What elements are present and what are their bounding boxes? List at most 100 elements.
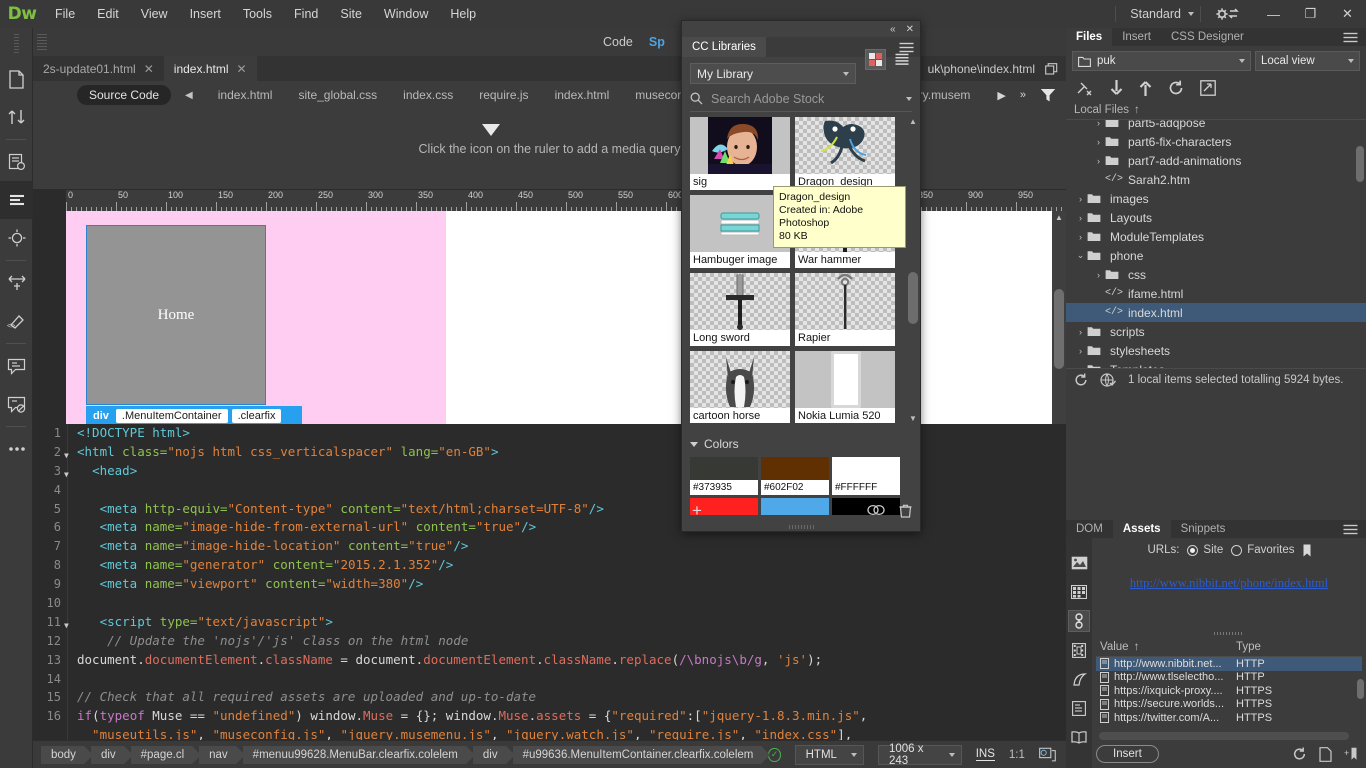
menu-find[interactable]: Find (283, 0, 329, 28)
featured-url[interactable]: http://www.nibbit.net/phone/index.html (1092, 576, 1366, 591)
file-tree-row[interactable]: › stylesheets (1066, 341, 1366, 360)
file-tree-row[interactable]: › css (1066, 265, 1366, 284)
menu-file[interactable]: File (44, 0, 86, 28)
color-swatch-1[interactable]: #602F02 (761, 457, 829, 495)
scroll-down-icon[interactable]: ▼ (909, 414, 917, 423)
grid-view-icon[interactable] (865, 49, 886, 70)
chevron-right-icon[interactable]: › (1074, 194, 1087, 204)
assets-url-row[interactable]: http://www.tlselectho... HTTP (1096, 671, 1362, 685)
file-tree-row[interactable]: ⌄ phone (1066, 246, 1366, 265)
file-tree-row[interactable]: › ModuleTemplates (1066, 227, 1366, 246)
breadcrumb-item-1[interactable]: div (90, 745, 133, 764)
panel-resize-handle[interactable] (682, 523, 922, 531)
new-asset-icon[interactable] (1319, 746, 1332, 762)
chevron-right-icon[interactable]: › (1092, 120, 1105, 128)
apply-comment-icon[interactable] (0, 347, 33, 385)
menu-edit[interactable]: Edit (86, 0, 130, 28)
menu-window[interactable]: Window (373, 0, 439, 28)
code-line[interactable]: 7 <meta name="image-hide-location" conte… (33, 537, 1066, 556)
breadcrumb-item-5[interactable]: div (472, 745, 515, 764)
link-icon[interactable] (867, 504, 885, 516)
scripts-icon[interactable] (1068, 697, 1090, 719)
local-files-column-header[interactable]: Local Files ↑ (1066, 101, 1366, 120)
related-file-3[interactable]: require.js (466, 88, 541, 102)
tab-css-designer[interactable]: CSS Designer (1161, 28, 1254, 46)
chevron-right-icon[interactable]: › (1074, 327, 1087, 337)
site-select[interactable]: puk (1072, 51, 1251, 71)
file-tree-row[interactable]: › part6-fix-characters (1066, 132, 1366, 151)
connect-to-remote-icon[interactable] (1076, 81, 1094, 96)
tab-cc-libraries[interactable]: CC Libraries (682, 37, 766, 57)
collapse-panel-icon[interactable]: « (890, 24, 896, 35)
media-query-marker-icon[interactable] (482, 124, 500, 136)
file-tree-scrollbar[interactable] (1356, 136, 1364, 362)
file-tree-row[interactable]: </> Sarah2.htm (1066, 170, 1366, 189)
assets-horizontal-scrollbar[interactable] (1099, 732, 1349, 740)
related-file-2[interactable]: index.css (390, 88, 466, 102)
related-file-4[interactable]: index.html (542, 88, 623, 102)
colors-section-header[interactable]: Colors (690, 437, 912, 451)
menu-tools[interactable]: Tools (232, 0, 283, 28)
chevron-down-icon[interactable] (906, 96, 912, 101)
add-asset-button[interactable]: + (692, 501, 702, 521)
file-tree-row[interactable]: › scripts (1066, 322, 1366, 341)
design-view-scrollbar[interactable]: ▲ ▼ (1052, 211, 1066, 451)
related-files-next-icon[interactable]: ▶ (997, 89, 1005, 102)
code-view-button[interactable]: Code (603, 35, 633, 49)
assets-url-row[interactable]: http://www.nibbit.net... HTTP (1096, 657, 1362, 671)
breadcrumb-item-4[interactable]: #menuu99628.MenuBar.clearfix.colelem (242, 745, 476, 764)
file-tree-row[interactable]: › images (1066, 189, 1366, 208)
menu-help[interactable]: Help (439, 0, 487, 28)
assets-url-row[interactable]: https://twitter.com/A... HTTPS (1096, 711, 1362, 723)
scope-favorites-radio[interactable]: Favorites (1231, 544, 1295, 556)
code-line[interactable]: 13 document.documentElement.className = d… (33, 651, 1066, 670)
refresh-icon[interactable] (1074, 373, 1088, 387)
tab-insert[interactable]: Insert (1112, 28, 1161, 46)
color-swatch-2[interactable]: #FFFFFF (832, 457, 900, 495)
assets-list-scrollbar[interactable] (1357, 657, 1364, 717)
refresh-icon[interactable] (1292, 747, 1307, 761)
minimize-button[interactable]: — (1255, 0, 1292, 28)
scroll-up-icon[interactable]: ▲ (1055, 213, 1063, 222)
code-line[interactable]: "museutils.js", "museconfig.js", "jquery… (33, 726, 1066, 740)
cc-libraries-titlebar[interactable]: « ✕ (682, 21, 920, 37)
urls-icon[interactable] (1068, 610, 1090, 632)
assets-url-row[interactable]: https://ixquick-proxy.... HTTPS (1096, 684, 1362, 698)
view-select[interactable]: Local view (1255, 51, 1360, 71)
apply-source-formatting-icon[interactable]: <> (0, 302, 33, 340)
element-class-1[interactable]: .clearfix (231, 409, 282, 423)
breadcrumb-item-6[interactable]: #u99636.MenuItemContainer.clearfix.colel… (512, 745, 771, 764)
file-tree-row[interactable]: › part7-add-animations (1066, 151, 1366, 170)
library-assets-grid[interactable]: sig Dragon_design Hambuger image War ham… (690, 117, 904, 423)
hamburger-icon[interactable] (1343, 32, 1366, 43)
library-asset-0[interactable]: sig (690, 117, 790, 190)
add-to-favorites-icon[interactable]: + (1344, 747, 1358, 761)
remove-comment-icon[interactable] (0, 385, 33, 423)
menu-insert[interactable]: Insert (179, 0, 232, 28)
library-select[interactable]: My Library (690, 63, 856, 84)
tab-files[interactable]: Files (1066, 28, 1113, 46)
filter-icon[interactable] (1040, 88, 1056, 103)
element-class-0[interactable]: .MenuItemContainer (115, 409, 228, 423)
document-toolbar-handle[interactable] (37, 34, 47, 50)
scope-site-radio[interactable]: Site (1187, 544, 1223, 556)
scroll-up-icon[interactable]: ▲ (909, 117, 917, 126)
hamburger-icon[interactable] (1343, 524, 1366, 535)
code-line[interactable]: 8 <meta name="generator" content="2015.2… (33, 556, 1066, 575)
refresh-icon[interactable] (1168, 80, 1184, 96)
tab-snippets[interactable]: Snippets (1171, 520, 1236, 538)
chevron-right-icon[interactable]: › (1074, 365, 1087, 369)
code-line[interactable]: 11 ▼ <script type="text/javascript"> (33, 613, 1066, 632)
cc-libraries-panel[interactable]: « ✕ CC Libraries My Library Search Adobe… (681, 20, 921, 532)
adobe-stock-search[interactable]: Search Adobe Stock (690, 92, 912, 112)
open-documents-icon[interactable] (0, 60, 33, 98)
file-tree-row[interactable]: </> index.html (1066, 303, 1366, 322)
library-asset-1[interactable]: Dragon_design (795, 117, 895, 190)
library-assets-scrollbar[interactable]: ▲ ▼ (908, 117, 918, 423)
code-line[interactable]: 15 // Check that all required assets are … (33, 688, 1066, 707)
put-files-icon[interactable] (1139, 80, 1152, 96)
close-icon[interactable]: ✕ (906, 24, 914, 35)
related-file-1[interactable]: site_global.css (285, 88, 390, 102)
library-icon[interactable] (1068, 726, 1090, 748)
file-tree-scroll-thumb[interactable] (1356, 146, 1364, 182)
